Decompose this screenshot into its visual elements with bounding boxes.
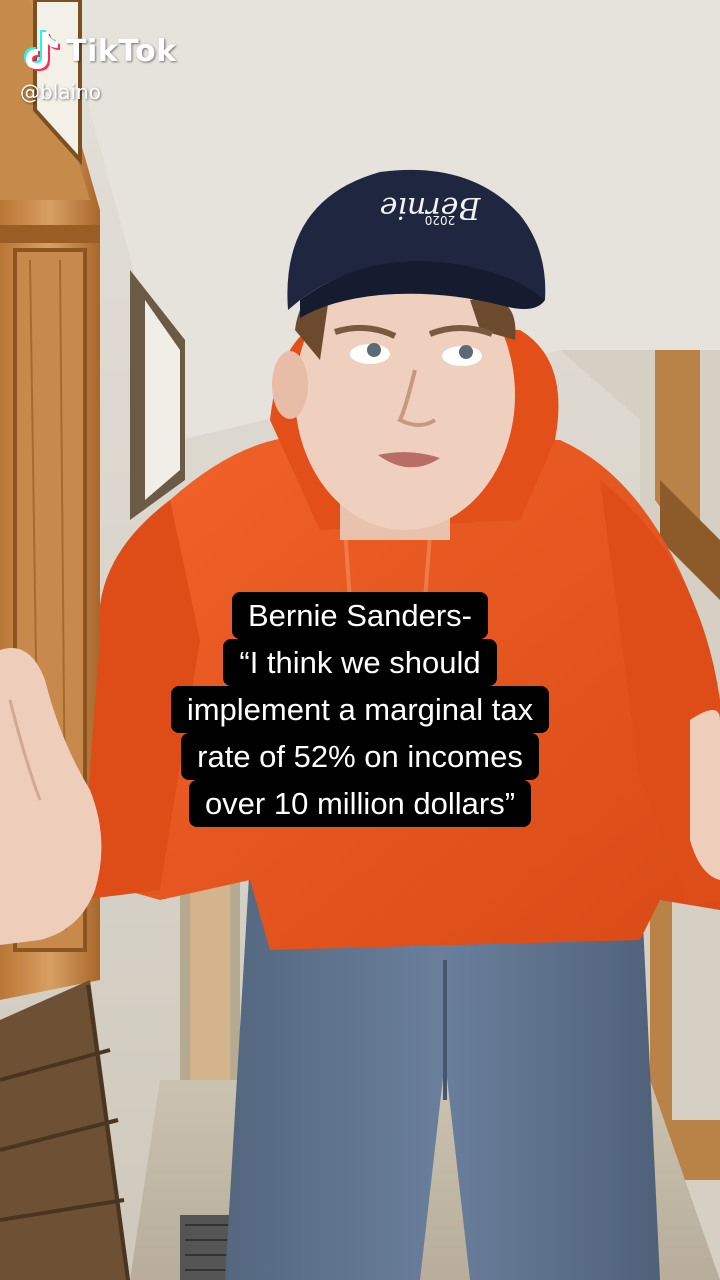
caption-line: “I think we should [223, 639, 497, 686]
caption-line: Bernie Sanders- [231, 592, 488, 639]
video-frame: Bernie 2020 TikTok @blaino Bernie Sander… [0, 0, 720, 1280]
tiktok-logo-icon [24, 30, 60, 71]
tiktok-watermark: TikTok @blaino [20, 28, 177, 104]
cap-embroidery: Bernie 2020 [380, 190, 482, 227]
caption-line: over 10 million dollars” [188, 780, 532, 827]
caption-line: implement a marginal tax [170, 686, 550, 733]
tiktok-brand-name: TikTok [66, 33, 177, 69]
username-label: @blaino [20, 80, 101, 104]
svg-text:2020: 2020 [425, 213, 456, 227]
caption-overlay: Bernie Sanders- “I think we should imple… [0, 592, 720, 827]
caption-line: rate of 52% on incomes [181, 733, 539, 780]
